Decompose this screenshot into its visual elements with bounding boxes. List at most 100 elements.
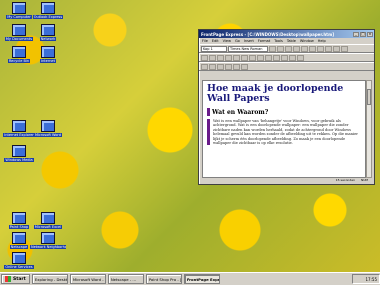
open-icon[interactable] xyxy=(209,54,216,61)
dropdown-icon[interactable] xyxy=(233,63,240,70)
standard-toolbar xyxy=(199,53,374,62)
system-tray: 17:55 xyxy=(352,274,380,284)
status-time: 15 seconden xyxy=(335,178,355,182)
menu-help[interactable]: Help xyxy=(318,39,326,43)
style-select[interactable]: Kop 1 xyxy=(201,45,227,52)
menu-window[interactable]: Window xyxy=(300,39,314,43)
forms-toolbar xyxy=(199,62,374,71)
vertical-scrollbar[interactable] xyxy=(366,80,372,178)
align-left-icon[interactable] xyxy=(317,45,324,52)
italic-icon[interactable] xyxy=(293,45,300,52)
align-center-icon[interactable] xyxy=(325,45,332,52)
menu-view[interactable]: View xyxy=(223,39,231,43)
desktop-icon-windows-media[interactable]: Windows Media xyxy=(1,145,37,162)
desktop-icon-outlook[interactable]: Outlook Express xyxy=(30,2,66,19)
recycle-bin-icon xyxy=(12,46,26,58)
link-icon[interactable] xyxy=(265,54,272,61)
text-color-icon[interactable] xyxy=(309,45,316,52)
scrollbar-thumb[interactable] xyxy=(367,89,371,105)
section-heading: Wat en Waarom? xyxy=(207,108,361,116)
menu-format[interactable]: Format xyxy=(258,39,270,43)
paint-icon xyxy=(12,212,26,224)
network-icon xyxy=(41,24,55,36)
checkbox-icon[interactable] xyxy=(217,63,224,70)
desktop-icon-label: Netscape xyxy=(9,245,29,249)
mail-icon xyxy=(41,2,55,14)
taskbar-button[interactable]: Microsoft Word - ... xyxy=(69,274,106,284)
desktop-icon-label: My Documents xyxy=(4,37,34,41)
radio-icon[interactable] xyxy=(225,63,232,70)
font-size-up-icon[interactable] xyxy=(269,45,276,52)
desktop-icon-network-neighborhood[interactable]: Network Neighborhood xyxy=(30,232,66,249)
menu-table[interactable]: Table xyxy=(287,39,296,43)
stop-icon[interactable] xyxy=(297,54,304,61)
refresh-icon[interactable] xyxy=(289,54,296,61)
status-num: NUM xyxy=(360,178,368,182)
save-icon[interactable] xyxy=(217,54,224,61)
font-select[interactable]: Times New Roman xyxy=(228,45,268,52)
folder-icon xyxy=(12,252,26,264)
start-button[interactable]: Start xyxy=(1,274,30,284)
spreadsheet-icon xyxy=(41,212,55,224)
desktop-icon-label: Paint Shop xyxy=(8,225,30,229)
menu-go[interactable]: Go xyxy=(235,39,240,43)
start-label: Start xyxy=(13,276,26,282)
paste-icon[interactable] xyxy=(249,54,256,61)
desktop-icon-online-services[interactable]: Online Services xyxy=(1,252,37,269)
desktop-icon-excel[interactable]: Microsoft Excel xyxy=(30,212,66,229)
underline-icon[interactable] xyxy=(301,45,308,52)
desktop-icon-label: Recycle Bin xyxy=(7,59,31,63)
windows-logo-icon xyxy=(5,276,11,282)
desktop-icon-label: Windows Media xyxy=(4,158,34,162)
close-button[interactable]: × xyxy=(367,31,373,37)
menu-edit[interactable]: Edit xyxy=(212,39,219,43)
back-icon[interactable] xyxy=(273,54,280,61)
body-paragraph: Wat is een wallpaper van 'behangetje' vo… xyxy=(207,119,361,146)
taskbar-button-active[interactable]: FrontPage Express... xyxy=(183,274,220,284)
page-heading: Hoe maak je doorlopende Wall Papers xyxy=(207,83,344,104)
align-right-icon[interactable] xyxy=(333,45,340,52)
maximize-button[interactable]: □ xyxy=(360,31,366,37)
cut-icon[interactable] xyxy=(233,54,240,61)
taskbar-button[interactable]: Exploring - Deskt... xyxy=(31,274,68,284)
heading-bar-decoration xyxy=(207,108,210,116)
desktop-icon-word[interactable]: Microsoft Word xyxy=(30,120,66,137)
desktop-icon-label: Microsoft Word xyxy=(33,133,63,137)
browser-icon xyxy=(12,120,26,132)
desktop-icon-label: Outlook Express xyxy=(32,15,64,19)
copy-icon[interactable] xyxy=(241,54,248,61)
desktop-icon-internet[interactable]: Internet xyxy=(30,46,66,63)
taskbar-button[interactable]: Netscape - ... xyxy=(107,274,144,284)
window-titlebar[interactable]: FrontPage Express - [C:\WINDOWS\Desktop\… xyxy=(199,30,374,38)
push-button-icon[interactable] xyxy=(241,63,248,70)
desktop-icon-label: Internet xyxy=(40,59,56,63)
menu-tools[interactable]: Tools xyxy=(274,39,283,43)
list-icon[interactable] xyxy=(341,45,348,52)
desktop-icon-network[interactable]: Network xyxy=(30,24,66,41)
clock[interactable]: 17:55 xyxy=(365,277,377,282)
font-size-down-icon[interactable] xyxy=(277,45,284,52)
print-icon[interactable] xyxy=(225,54,232,61)
status-bar: 15 seconden NUM xyxy=(201,178,372,183)
netscape-icon xyxy=(12,232,26,244)
menu-insert[interactable]: Insert xyxy=(244,39,254,43)
globe-icon xyxy=(41,46,55,58)
taskbar-button[interactable]: Paint Shop Pro - [... xyxy=(145,274,182,284)
taskbar: Start Exploring - Deskt... Microsoft Wor… xyxy=(0,272,380,285)
new-icon[interactable] xyxy=(201,54,208,61)
undo-icon[interactable] xyxy=(257,54,264,61)
menu-file[interactable]: File xyxy=(202,39,208,43)
bold-icon[interactable] xyxy=(285,45,292,52)
desktop-icon-label: Online Services xyxy=(4,265,34,269)
textbox-icon[interactable] xyxy=(201,63,208,70)
media-player-icon xyxy=(12,145,26,157)
minimize-button[interactable]: _ xyxy=(353,31,359,37)
format-toolbar: Kop 1 Times New Roman xyxy=(199,44,374,53)
folder-icon xyxy=(12,24,26,36)
document-area[interactable]: Hoe maak je doorlopende Wall Papers Wat … xyxy=(202,80,366,178)
desktop-icon-label: My Computer xyxy=(6,15,32,19)
desktop-icon-label: Network xyxy=(39,37,57,41)
forward-icon[interactable] xyxy=(281,54,288,61)
desktop-icon-label: Microsoft Excel xyxy=(33,225,63,229)
textarea-icon[interactable] xyxy=(209,63,216,70)
